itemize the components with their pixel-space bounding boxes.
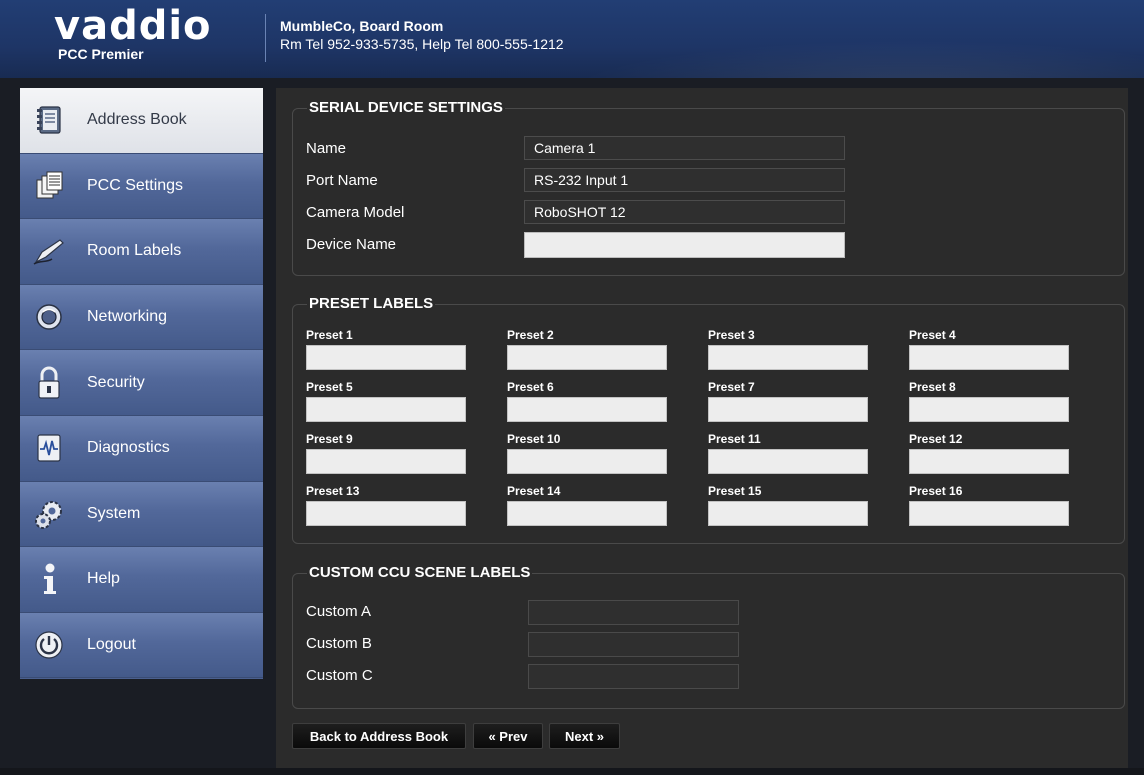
preset-label-3: Preset 3 xyxy=(708,328,755,342)
sidebar-nav: Address Book PCC Settings Room Labels Ne… xyxy=(20,88,263,679)
sidebar-item-label: Logout xyxy=(87,636,136,654)
preset-label-5: Preset 5 xyxy=(306,380,353,394)
sidebar-item-label: Security xyxy=(87,373,145,391)
preset-input-9[interactable] xyxy=(306,449,466,474)
sidebar-item-label: Help xyxy=(87,570,120,588)
logo-wordmark: vaddio xyxy=(54,3,212,49)
panel-title: SERIAL DEVICE SETTINGS xyxy=(307,99,505,116)
serial-device-panel: SERIAL DEVICE SETTINGS Name Camera 1 Por… xyxy=(292,99,1125,276)
preset-input-13[interactable] xyxy=(306,501,466,526)
sidebar-item-label: PCC Settings xyxy=(87,176,184,194)
sidebar-item-label: Diagnostics xyxy=(87,439,170,457)
gears-icon xyxy=(32,497,66,531)
preset-input-14[interactable] xyxy=(507,501,667,526)
preset-input-6[interactable] xyxy=(507,397,667,422)
custom-b-input[interactable] xyxy=(528,632,739,657)
device-name-input[interactable] xyxy=(524,232,845,258)
prev-button[interactable]: « Prev xyxy=(473,723,543,749)
sidebar-item-pcc-settings[interactable]: PCC Settings xyxy=(20,153,263,220)
name-field: Camera 1 xyxy=(524,136,845,160)
camera-model-label: Camera Model xyxy=(306,204,405,221)
sidebar-item-label: System xyxy=(87,504,141,522)
lock-icon xyxy=(32,366,66,400)
footer-strip xyxy=(0,768,1144,775)
preset-input-15[interactable] xyxy=(708,501,868,526)
preset-input-4[interactable] xyxy=(909,345,1069,370)
preset-label-4: Preset 4 xyxy=(909,328,956,342)
header-sheen xyxy=(560,40,1144,78)
sidebar-item-logout[interactable]: Logout xyxy=(20,612,263,679)
sidebar-item-label: Room Labels xyxy=(87,242,182,260)
custom-a-label: Custom A xyxy=(306,603,372,620)
preset-input-7[interactable] xyxy=(708,397,868,422)
address-book-icon xyxy=(32,103,66,137)
preset-label-13: Preset 13 xyxy=(306,484,360,498)
sidebar-item-help[interactable]: Help xyxy=(20,547,263,613)
panel-title: PRESET LABELS xyxy=(307,295,436,312)
preset-label-8: Preset 8 xyxy=(909,380,956,394)
sidebar-item-diagnostics[interactable]: Diagnostics xyxy=(20,415,263,482)
preset-input-3[interactable] xyxy=(708,345,868,370)
camera-model-field: RoboSHOT 12 xyxy=(524,200,845,224)
settings-icon xyxy=(32,169,66,203)
preset-input-12[interactable] xyxy=(909,449,1069,474)
sidebar-item-label: Networking xyxy=(87,308,168,326)
preset-label-7: Preset 7 xyxy=(708,380,755,394)
preset-label-14: Preset 14 xyxy=(507,484,561,498)
header-divider xyxy=(265,14,266,62)
sidebar-item-security[interactable]: Security xyxy=(20,350,263,416)
preset-label-6: Preset 6 xyxy=(507,380,554,394)
preset-label-15: Preset 15 xyxy=(708,484,762,498)
custom-c-label: Custom C xyxy=(306,667,373,684)
room-name: MumbleCo, Board Room xyxy=(280,18,444,34)
sidebar-item-system[interactable]: System xyxy=(20,481,263,548)
preset-label-9: Preset 9 xyxy=(306,432,353,446)
pen-icon xyxy=(32,234,66,268)
preset-label-11: Preset 11 xyxy=(708,432,761,446)
sidebar-item-room-labels[interactable]: Room Labels xyxy=(20,219,263,285)
preset-input-11[interactable] xyxy=(708,449,868,474)
device-name-label: Device Name xyxy=(306,236,397,253)
preset-label-10: Preset 10 xyxy=(507,432,561,446)
header-bar: vaddio PCC Premier MumbleCo, Board Room … xyxy=(0,0,1144,78)
room-phone: Rm Tel 952-933-5735, Help Tel 800-555-12… xyxy=(280,36,564,52)
power-icon xyxy=(32,628,66,662)
preset-input-10[interactable] xyxy=(507,449,667,474)
custom-c-input[interactable] xyxy=(528,664,739,689)
sidebar-item-networking[interactable]: Networking xyxy=(20,284,263,351)
preset-input-16[interactable] xyxy=(909,501,1069,526)
info-icon xyxy=(32,562,66,596)
preset-input-5[interactable] xyxy=(306,397,466,422)
custom-a-input[interactable] xyxy=(528,600,739,625)
network-icon xyxy=(32,300,66,334)
port-name-label: Port Name xyxy=(306,172,378,189)
preset-label-1: Preset 1 xyxy=(306,328,353,342)
preset-labels-panel: PRESET LABELS Preset 1 Preset 2 Preset 3… xyxy=(292,295,1125,544)
back-to-address-book-button[interactable]: Back to Address Book xyxy=(292,723,466,749)
preset-label-12: Preset 12 xyxy=(909,432,963,446)
next-button[interactable]: Next » xyxy=(549,723,620,749)
preset-label-2: Preset 2 xyxy=(507,328,554,342)
custom-ccu-panel: CUSTOM CCU SCENE LABELS Custom A Custom … xyxy=(292,564,1125,709)
name-label: Name xyxy=(306,140,347,157)
room-info: MumbleCo, Board Room Rm Tel 952-933-5735… xyxy=(280,17,564,53)
preset-input-8[interactable] xyxy=(909,397,1069,422)
main-content: SERIAL DEVICE SETTINGS Name Camera 1 Por… xyxy=(276,88,1128,768)
diagnostics-icon xyxy=(32,431,66,465)
preset-input-2[interactable] xyxy=(507,345,667,370)
panel-title: CUSTOM CCU SCENE LABELS xyxy=(307,564,533,581)
vaddio-logo: vaddio PCC Premier xyxy=(54,6,254,62)
custom-b-label: Custom B xyxy=(306,635,372,652)
preset-label-16: Preset 16 xyxy=(909,484,963,498)
sidebar-item-address-book[interactable]: Address Book xyxy=(20,88,263,154)
port-name-field: RS-232 Input 1 xyxy=(524,168,845,192)
sidebar-item-label: Address Book xyxy=(87,111,187,129)
preset-input-1[interactable] xyxy=(306,345,466,370)
